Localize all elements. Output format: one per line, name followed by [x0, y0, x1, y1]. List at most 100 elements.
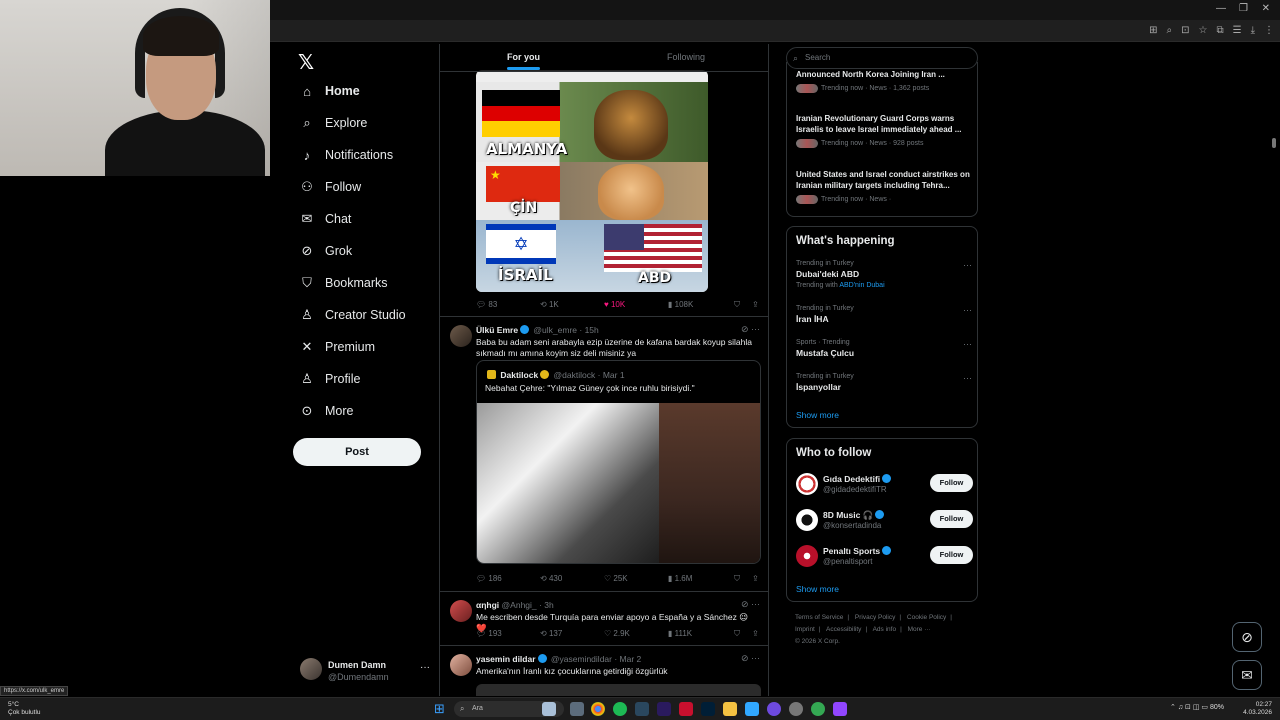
follow-suggestion[interactable]: 8D Music 🎧 @konsertadinda Follow	[796, 508, 973, 534]
messages-fab-icon[interactable]: ✉	[1232, 660, 1262, 690]
news-item[interactable]: United States and Israel conduct airstri…	[796, 169, 972, 204]
minimize-icon[interactable]: —	[1216, 3, 1226, 14]
sidebar-item-chat[interactable]: ✉ Chat	[298, 207, 352, 231]
grok-fab-icon[interactable]: ⊘	[1232, 622, 1262, 652]
x-logo-icon[interactable]: 𝕏	[298, 50, 314, 75]
trend-item[interactable]: Sports · Trending Mustafa Çulcu ···	[796, 339, 972, 358]
bookmark-icon[interactable]: ⛉	[734, 574, 740, 584]
views-count[interactable]: ▮ 111K	[668, 629, 692, 638]
sidebar-item-profile[interactable]: ♙ Profile	[298, 367, 360, 391]
tweet-media-preview[interactable]	[476, 684, 761, 696]
tab-following[interactable]: Following	[667, 52, 705, 62]
system-tray[interactable]: ⌃ ♫ ⊡ ◫ ▭ 80%	[1170, 703, 1224, 711]
tweet-ulku-emre[interactable]: Ülkü Emre @ulk_emre · 15h ⊘ ··· Baba bu …	[440, 316, 768, 590]
follow-suggestion[interactable]: Penaltı Sports @penaltisport Follow	[796, 544, 973, 570]
extensions-icon[interactable]: ⧉	[1216, 25, 1223, 36]
quoted-tweet[interactable]: Daktilock @daktilock · Mar 1 Nebahat Çeh…	[476, 360, 761, 564]
maximize-icon[interactable]: ❐	[1239, 3, 1248, 14]
author-handle[interactable]: @ulk_emre	[533, 325, 577, 335]
like-button[interactable]: ♡ 2.9K	[604, 629, 630, 638]
zoom-icon[interactable]: ⌕	[1167, 25, 1173, 36]
sidebar-item-home[interactable]: ⌂ Home	[298, 79, 360, 103]
weather-widget[interactable]: 5°C Çok bulutlu	[8, 701, 41, 717]
spotify-app-icon[interactable]	[613, 702, 627, 716]
trend-item[interactable]: Trending in Turkey Dubai'deki ABD Trendi…	[796, 260, 972, 289]
more-icon[interactable]: ···	[963, 339, 972, 349]
quote-photo-bw[interactable]	[477, 403, 659, 563]
chrome-app-icon[interactable]	[591, 702, 605, 716]
tab-for-you[interactable]: For you	[507, 52, 540, 70]
account-menu-icon[interactable]: ···	[420, 662, 430, 673]
premiere-app-icon[interactable]	[657, 702, 671, 716]
windows-start-icon[interactable]: ⊞	[434, 701, 450, 717]
steam-app-icon[interactable]	[635, 702, 649, 716]
translate-icon[interactable]: ⊞	[1149, 25, 1157, 36]
views-count[interactable]: ▮ 108K	[668, 300, 693, 309]
sidebar-item-creator-studio[interactable]: ♙ Creator Studio	[298, 303, 405, 327]
sidebar-item-explore[interactable]: ⌕ Explore	[298, 111, 367, 135]
account-switcher[interactable]: Dumen Damn @Dumendamn ···	[300, 658, 430, 684]
author-name[interactable]: αηhgi	[476, 600, 499, 610]
footer-link[interactable]: Ads info	[873, 626, 897, 633]
download-icon[interactable]: ⤓	[1251, 25, 1255, 36]
footer-link[interactable]: Terms of Service	[795, 614, 843, 621]
bookmark-icon[interactable]: ⛉	[734, 629, 740, 639]
trend-item[interactable]: Trending in Turkey İspanyollar ···	[796, 373, 972, 392]
author-handle[interactable]: @yasemindildar	[551, 654, 612, 664]
sidebar-item-notifications[interactable]: ♪ Notifications	[298, 143, 393, 167]
browser-menu-icon[interactable]: ⋮	[1264, 25, 1274, 36]
obs-app-icon[interactable]	[767, 702, 781, 716]
grok-and-more-icons[interactable]: ⊘ ···	[741, 599, 760, 610]
explorer-app-icon[interactable]	[723, 702, 737, 716]
repost-button[interactable]: ⟲ 137	[540, 629, 562, 638]
tweet-time[interactable]: · 15h	[579, 325, 598, 335]
quote-photo-color[interactable]	[659, 403, 760, 563]
sidebar-item-grok[interactable]: ⊘ Grok	[298, 239, 353, 263]
follow-button[interactable]: Follow	[930, 474, 973, 492]
task-view-icon[interactable]	[570, 702, 584, 716]
footer-link[interactable]: Accessibility	[826, 626, 861, 633]
clock[interactable]: 02:27 4.03.2026	[1243, 701, 1272, 717]
photoshop-app-icon[interactable]	[745, 702, 759, 716]
bookmark-icon[interactable]: ⛉	[734, 300, 740, 310]
author-handle[interactable]: @Anhgi_	[502, 600, 537, 610]
twitch-app-icon[interactable]	[833, 702, 847, 716]
chrome-profile-app-icon[interactable]	[811, 702, 825, 716]
author-name[interactable]: Ülkü Emre	[476, 325, 518, 335]
sidebar-icon[interactable]: ☰	[1233, 25, 1242, 36]
tweet-yasemin-dildar[interactable]: yasemin dildar @yasemindildar · Mar 2 ⊘ …	[440, 645, 768, 696]
widgets-app-icon[interactable]	[542, 702, 556, 716]
footer-link[interactable]: Privacy Policy	[855, 614, 895, 621]
follow-button[interactable]: Follow	[930, 510, 973, 528]
repost-button[interactable]: ⟲ 1K	[540, 300, 559, 309]
more-icon[interactable]: ···	[963, 260, 972, 270]
share-icon[interactable]: ⇪	[752, 629, 759, 638]
show-more-link[interactable]: Show more	[796, 584, 839, 594]
close-icon[interactable]: ✕	[1262, 3, 1270, 14]
reply-button[interactable]: 💬︎ 193	[476, 629, 502, 638]
install-icon[interactable]: ⊡	[1181, 25, 1189, 36]
show-more-link[interactable]: Show more	[796, 410, 839, 420]
post-button[interactable]: Post	[293, 438, 421, 466]
more-icon[interactable]: ···	[963, 373, 972, 383]
post-media-image[interactable]: ALMANYA ★ ÇİN ✡ İSRAİL ABD	[476, 70, 708, 292]
lightroom-app-icon[interactable]	[701, 702, 715, 716]
views-count[interactable]: ▮ 1.6M	[668, 574, 692, 583]
footer-link[interactable]: Imprint	[795, 626, 815, 633]
footer-link[interactable]: Cookie Policy	[907, 614, 946, 621]
scrollbar-thumb[interactable]	[1272, 138, 1276, 148]
reply-button[interactable]: 💬︎ 83	[476, 300, 497, 309]
sidebar-item-bookmarks[interactable]: ⛉ Bookmarks	[298, 271, 387, 295]
sidebar-item-more[interactable]: ⊙ More	[298, 399, 354, 423]
reply-button[interactable]: 💬︎ 186	[476, 574, 502, 583]
tweet-time[interactable]: · 3h	[539, 600, 554, 610]
sidebar-item-follow[interactable]: ⚇ Follow	[298, 175, 361, 199]
trend-item[interactable]: Trending in Turkey İran İHA ···	[796, 305, 972, 324]
follow-suggestion[interactable]: Gıda Dedektifi @gidadedektifiTR Follow	[796, 472, 973, 498]
author-name[interactable]: yasemin dildar	[476, 654, 536, 664]
app-icon[interactable]	[789, 702, 803, 716]
grok-and-more-icons[interactable]: ⊘ ···	[741, 324, 760, 335]
more-icon[interactable]: ···	[963, 305, 972, 315]
star-icon[interactable]: ☆	[1199, 25, 1208, 36]
sidebar-item-premium[interactable]: ✕ Premium	[298, 335, 375, 359]
